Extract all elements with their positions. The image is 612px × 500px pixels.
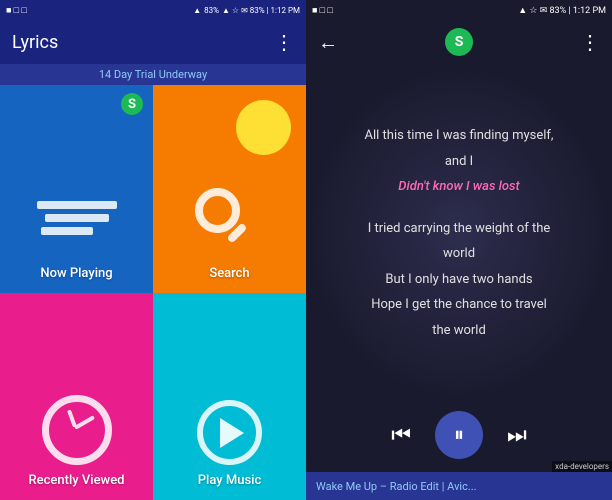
right-top-bar: ← S ⋮ bbox=[306, 20, 612, 64]
watermark: xda-developers bbox=[552, 461, 612, 472]
lyric-line-8: the world bbox=[432, 321, 486, 341]
status-bar-left-icons: ■ □ □ bbox=[6, 5, 27, 16]
recently-viewed-label: Recently Viewed bbox=[29, 473, 125, 488]
recently-viewed-cell[interactable]: Recently Viewed bbox=[0, 293, 153, 500]
app-title: Lyrics bbox=[12, 32, 58, 53]
clock-icon bbox=[42, 395, 112, 465]
lyric-line-5: world bbox=[443, 244, 475, 264]
lyric-line-0: All this time I was finding myself, bbox=[365, 126, 554, 146]
lyric-line-2-italic: Didn't know I was lost bbox=[398, 177, 519, 197]
menu-icon[interactable]: ⋮ bbox=[274, 30, 294, 54]
right-status-bar: ■ □ □ ▲ ☆ ✉ 83% | 1:12 PM bbox=[306, 0, 612, 20]
lyric-line-4: I tried carrying the weight of the bbox=[368, 219, 551, 239]
next-button[interactable]: ⏭ bbox=[507, 422, 527, 448]
main-grid: S Now Playing Search Recently Viewed bbox=[0, 85, 306, 500]
left-status-bar: ■ □ □ ▲ 83% ▲ ☆ ✉ 83% | 1:12 PM bbox=[0, 0, 306, 20]
play-music-label: Play Music bbox=[198, 473, 262, 488]
lyric-line-6: But I only have two hands bbox=[385, 270, 532, 290]
signal-icon: ■ □ □ bbox=[6, 5, 27, 16]
search-cell[interactable]: Search bbox=[153, 85, 306, 293]
np-bar-2 bbox=[45, 214, 109, 222]
left-panel: ■ □ □ ▲ 83% ▲ ☆ ✉ 83% | 1:12 PM Lyrics ⋮… bbox=[0, 0, 306, 500]
spotify-badge: S bbox=[121, 93, 143, 115]
play-triangle bbox=[220, 418, 244, 448]
sun-decoration bbox=[236, 100, 291, 155]
now-playing-bar: Wake Me Up – Radio Edit | Avic... bbox=[306, 472, 612, 500]
right-panel: ■ □ □ ▲ ☆ ✉ 83% | 1:12 PM ← S ⋮ All this… bbox=[306, 0, 612, 500]
back-button[interactable]: ← bbox=[318, 30, 338, 55]
right-signal-icon: ■ □ □ bbox=[312, 6, 333, 16]
right-time-display: ▲ ☆ ✉ 83% | 1:12 PM bbox=[518, 6, 606, 16]
search-icon-big bbox=[195, 188, 265, 258]
prev-button[interactable]: ⏮ bbox=[391, 422, 411, 448]
pause-button[interactable]: ⏸ bbox=[435, 411, 483, 459]
right-spotify-badge[interactable]: S bbox=[445, 28, 473, 56]
search-label: Search bbox=[209, 266, 249, 281]
clock-minute-hand bbox=[74, 415, 95, 429]
lyrics-area: All this time I was finding myself, and … bbox=[306, 64, 612, 402]
now-playing-label: Now Playing bbox=[40, 266, 112, 281]
right-status-left: ■ □ □ bbox=[312, 5, 333, 16]
battery-icon: 83% bbox=[204, 6, 219, 15]
play-music-cell[interactable]: Play Music bbox=[153, 293, 306, 500]
wifi-icon: ▲ bbox=[193, 6, 201, 15]
search-circle bbox=[195, 188, 240, 233]
status-bar-right-info: ▲ 83% ▲ ☆ ✉ 83% | 1:12 PM bbox=[193, 6, 300, 15]
trial-text: 14 Day Trial Underway bbox=[99, 68, 207, 81]
right-status-right: ▲ ☆ ✉ 83% | 1:12 PM bbox=[518, 5, 606, 16]
lyric-line-1: and I bbox=[445, 152, 473, 172]
lyric-line-7: Hope I get the chance to travel bbox=[371, 295, 547, 315]
right-menu-icon[interactable]: ⋮ bbox=[580, 30, 600, 54]
np-bar-3 bbox=[41, 227, 93, 235]
play-icon-big bbox=[197, 400, 262, 465]
now-playing-cell[interactable]: S Now Playing bbox=[0, 85, 153, 293]
left-top-bar: Lyrics ⋮ bbox=[0, 20, 306, 64]
np-bar-1 bbox=[37, 201, 117, 209]
now-playing-icon bbox=[37, 196, 117, 256]
now-playing-text: Wake Me Up – Radio Edit | Avic... bbox=[316, 480, 477, 493]
time-display: ▲ ☆ ✉ 83% | 1:12 PM bbox=[222, 6, 300, 15]
trial-bar: 14 Day Trial Underway bbox=[0, 64, 306, 85]
